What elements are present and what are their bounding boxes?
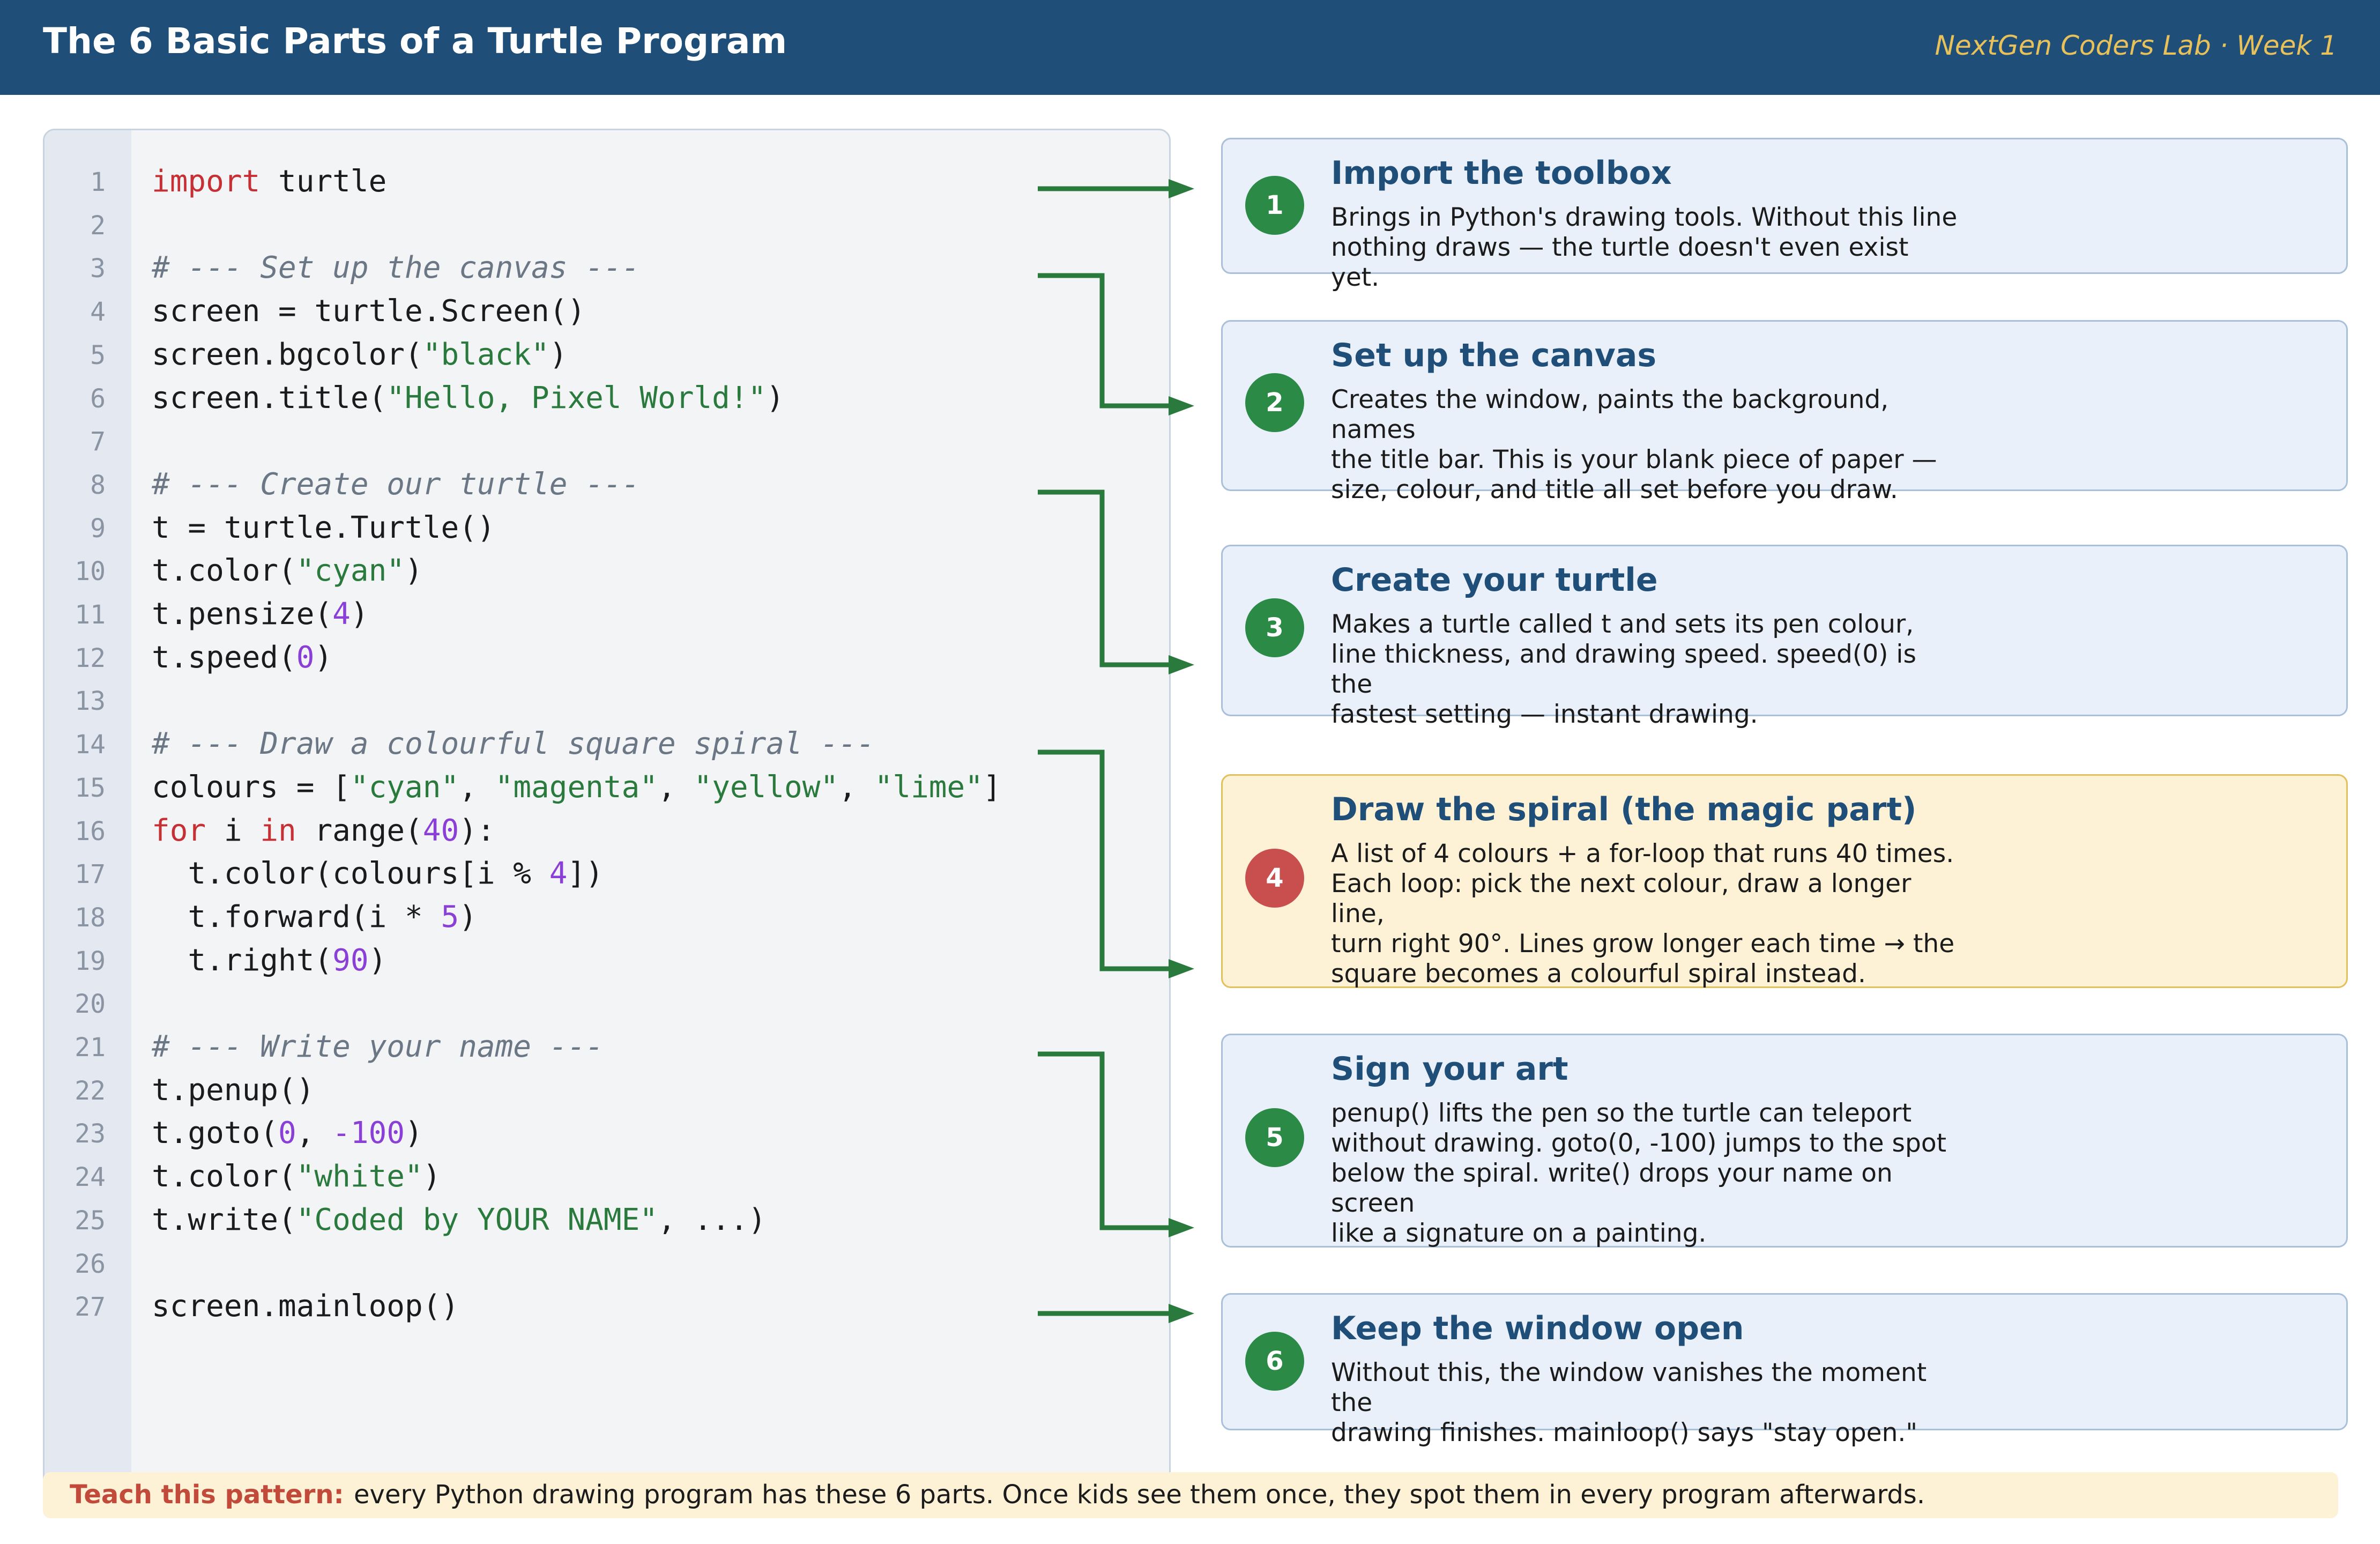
step-badge: 5 bbox=[1245, 1108, 1304, 1167]
teaching-note-lead: Teach this pattern: bbox=[70, 1480, 344, 1510]
step-card-2: 2 Set up the canvas Creates the window, … bbox=[1221, 320, 2348, 504]
step-description-line: line thickness, and drawing speed. speed… bbox=[1331, 640, 1916, 699]
step-badge: 2 bbox=[1245, 373, 1304, 432]
teaching-note-text: every Python drawing program has these 6… bbox=[354, 1480, 1925, 1510]
step-description: A list of 4 colours + a for-loop that ru… bbox=[1331, 839, 1963, 989]
arrowhead-6 bbox=[1169, 1304, 1194, 1323]
arrowhead-5 bbox=[1169, 1218, 1194, 1237]
step-description-line: Creates the window, paints the backgroun… bbox=[1331, 385, 1889, 444]
step-description: Without this, the window vanishes the mo… bbox=[1331, 1358, 1963, 1448]
step-description: Brings in Python's drawing tools. Withou… bbox=[1331, 203, 1963, 293]
step-card-6: 6 Keep the window open Without this, the… bbox=[1221, 1293, 2348, 1448]
step-card-3: 3 Create your turtle Makes a turtle call… bbox=[1221, 545, 2348, 729]
arrowhead-3 bbox=[1169, 655, 1194, 674]
step-title: Import the toolbox bbox=[1331, 154, 1672, 192]
step-badge: 6 bbox=[1245, 1332, 1304, 1391]
step-description: Creates the window, paints the backgroun… bbox=[1331, 385, 1963, 505]
step-card-4: 4 Draw the spiral (the magic part) A lis… bbox=[1221, 774, 2348, 989]
step-description-line: Each loop: pick the next colour, draw a … bbox=[1331, 869, 1912, 929]
step-description-line: Brings in Python's drawing tools. Withou… bbox=[1331, 203, 1958, 232]
step-title: Keep the window open bbox=[1331, 1310, 1744, 1347]
step-description-line: turn right 90°. Lines grow longer each t… bbox=[1331, 929, 1955, 959]
teaching-note: Teach this pattern: every Python drawing… bbox=[43, 1472, 2338, 1518]
arrowhead-2 bbox=[1169, 396, 1194, 415]
arrow-5 bbox=[1038, 1051, 1174, 1230]
step-title: Draw the spiral (the magic part) bbox=[1331, 791, 1917, 828]
step-description-line: like a signature on a painting. bbox=[1331, 1219, 1707, 1248]
arrow-3 bbox=[1038, 489, 1174, 667]
step-description-line: Makes a turtle called t and sets its pen… bbox=[1331, 610, 1914, 639]
step-title: Sign your art bbox=[1331, 1050, 1568, 1088]
step-description-line: fastest setting — instant drawing. bbox=[1331, 700, 1758, 729]
step-description-line: nothing draws — the turtle doesn't even … bbox=[1331, 233, 1909, 292]
step-badge: 3 bbox=[1245, 598, 1304, 657]
step-description-line: without drawing. goto(0, -100) jumps to … bbox=[1331, 1129, 1947, 1158]
step-card-5: 5 Sign your art penup() lifts the pen so… bbox=[1221, 1034, 2348, 1248]
step-description-line: drawing finishes. mainloop() says "stay … bbox=[1331, 1418, 1917, 1448]
step-description-line: penup() lifts the pen so the turtle can … bbox=[1331, 1098, 1912, 1128]
step-description: Makes a turtle called t and sets its pen… bbox=[1331, 610, 1963, 730]
step-description-line: the title bar. This is your blank piece … bbox=[1331, 445, 1937, 474]
arrowhead-1 bbox=[1169, 179, 1194, 198]
step-title: Set up the canvas bbox=[1331, 337, 1657, 374]
step-description-line: size, colour, and title all set before y… bbox=[1331, 475, 1898, 504]
step-description-line: Without this, the window vanishes the mo… bbox=[1331, 1358, 1927, 1417]
step-description-line: A list of 4 colours + a for-loop that ru… bbox=[1331, 839, 1954, 868]
arrowhead-4 bbox=[1169, 959, 1194, 978]
step-description: penup() lifts the pen so the turtle can … bbox=[1331, 1098, 1963, 1249]
step-description-line: square becomes a colourful spiral instea… bbox=[1331, 959, 1866, 989]
step-badge: 1 bbox=[1245, 176, 1304, 235]
arrow-2 bbox=[1038, 273, 1174, 409]
step-card-1: 1 Import the toolbox Brings in Python's … bbox=[1221, 138, 2348, 292]
step-title: Create your turtle bbox=[1331, 561, 1658, 599]
step-description-line: below the spiral. write() drops your nam… bbox=[1331, 1159, 1893, 1218]
step-badge: 4 bbox=[1245, 849, 1304, 908]
arrow-4 bbox=[1038, 749, 1174, 971]
